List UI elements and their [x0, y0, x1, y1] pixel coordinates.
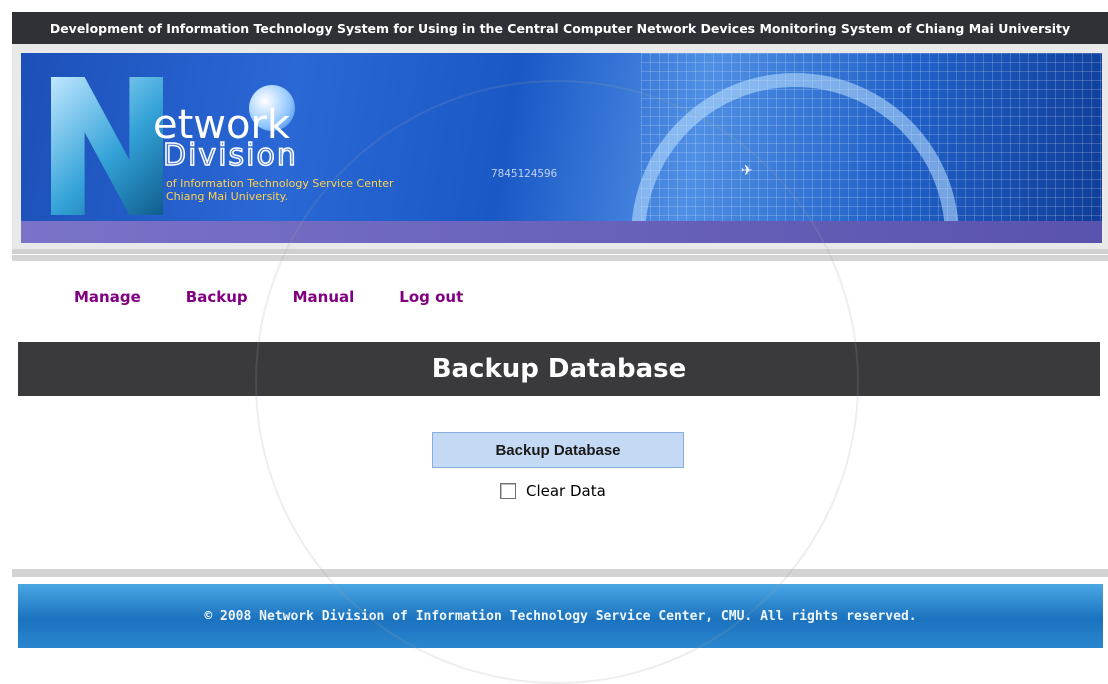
nav-manual-link[interactable]: Manual [293, 288, 355, 306]
logo-subtitle-line1: of Information Technology Service Center [166, 177, 394, 190]
page-title: Backup Database [18, 342, 1100, 396]
logo-subtitle-line2: Chiang Mai University. [166, 190, 289, 203]
main-nav: Manage Backup Manual Log out [74, 288, 463, 306]
banner: etwork Division of Information Technolog… [21, 53, 1102, 243]
banner-band [21, 221, 1102, 243]
logo-subtitle: of Information Technology Service Center… [166, 177, 394, 203]
nav-logout-link[interactable]: Log out [399, 288, 463, 306]
footer-copyright: © 2008 Network Division of Information T… [18, 584, 1103, 648]
site-header-title: Development of Information Technology Sy… [12, 12, 1108, 44]
footer-separator [12, 569, 1108, 577]
clear-data-option: Clear Data [500, 482, 606, 500]
airplane-icon: ✈ [741, 163, 753, 179]
banner-digits: 7845124596 [491, 167, 558, 180]
backup-database-button[interactable]: Backup Database [432, 432, 684, 468]
logo-division-text: Division [162, 138, 298, 173]
separator [12, 255, 1108, 261]
clear-data-checkbox[interactable] [500, 483, 516, 499]
nav-backup-link[interactable]: Backup [186, 288, 248, 306]
network-n-logo-icon [51, 77, 163, 215]
nav-manage-link[interactable]: Manage [74, 288, 141, 306]
clear-data-label: Clear Data [526, 482, 606, 500]
